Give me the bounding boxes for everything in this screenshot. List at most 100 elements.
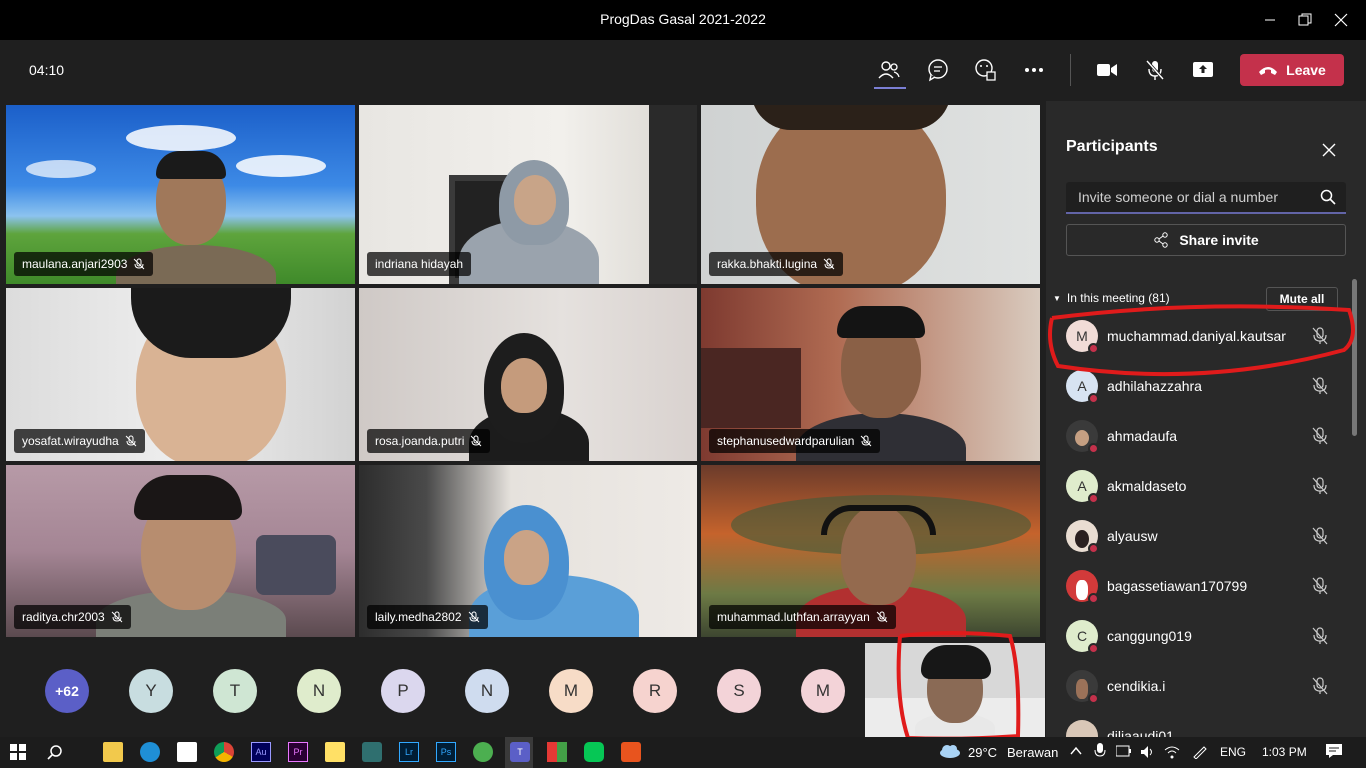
invite-field[interactable] [1066, 182, 1346, 214]
chevron-up-icon[interactable] [1070, 745, 1082, 759]
camera-icon[interactable] [1094, 57, 1120, 83]
edge-icon[interactable] [140, 742, 160, 762]
mic-muted-icon[interactable] [1312, 627, 1328, 645]
participant-row[interactable]: A adhilahazzahra [1046, 363, 1366, 413]
participant-row[interactable]: ahmadaufa [1046, 413, 1366, 463]
reactions-icon[interactable] [973, 57, 999, 83]
notes-icon[interactable] [325, 742, 345, 762]
search-icon[interactable] [1320, 189, 1336, 205]
winrar-icon[interactable] [547, 742, 567, 762]
mic-muted-icon [125, 435, 137, 447]
microphone-icon[interactable] [1094, 743, 1106, 762]
background-lander [256, 535, 336, 595]
windows-start-icon[interactable] [8, 742, 28, 762]
chrome-icon[interactable] [214, 742, 234, 762]
lightroom-icon[interactable]: Lr [399, 742, 419, 762]
participant-row[interactable]: cendikia.i [1046, 663, 1366, 713]
weather-temp[interactable]: 29°C [968, 745, 997, 760]
video-tile[interactable]: muhammad.luthfan.arrayyan [701, 465, 1040, 637]
mic-muted-icon[interactable] [1312, 577, 1328, 595]
participant-row[interactable]: C canggung019 [1046, 613, 1366, 663]
minimize-icon[interactable] [1258, 8, 1282, 32]
video-grid: maulana.anjari2903 indriana hidayah rakk… [0, 101, 1046, 641]
video-tile[interactable]: stephanusedwardparulian [701, 288, 1040, 461]
video-tile[interactable]: yosafat.wirayudha [6, 288, 355, 461]
file-explorer-icon[interactable] [103, 742, 123, 762]
participant-avatar[interactable]: M [801, 669, 845, 713]
video-tile[interactable]: rakka.bhakti.lugina [701, 105, 1040, 284]
premiere-icon[interactable]: Pr [288, 742, 308, 762]
more-participants-button[interactable]: +62 [45, 669, 89, 713]
notifications-icon[interactable] [1325, 743, 1343, 762]
audition-icon[interactable]: Au [251, 742, 271, 762]
utorrent-icon[interactable] [473, 742, 493, 762]
meeting-section-header[interactable]: ▼ In this meeting (81) [1053, 291, 1170, 305]
app-icon[interactable] [621, 742, 641, 762]
mic-muted-icon[interactable] [1312, 377, 1328, 395]
participants-icon[interactable] [876, 57, 902, 83]
mic-muted-icon[interactable] [1312, 527, 1328, 545]
more-options-icon[interactable] [1021, 57, 1047, 83]
mic-muted-icon[interactable] [1312, 327, 1328, 345]
participant-row[interactable]: alyausw [1046, 513, 1366, 563]
photoshop-icon[interactable]: Ps [436, 742, 456, 762]
pen-icon[interactable] [1192, 745, 1208, 762]
teams-icon[interactable]: T [510, 742, 530, 762]
battery-icon[interactable] [1115, 745, 1132, 760]
windows-taskbar: Au Pr Lr Ps T 29°C Berawan ENG 1:03 PM [0, 737, 1366, 768]
restore-icon[interactable] [1293, 8, 1317, 32]
invite-input[interactable] [1066, 182, 1316, 212]
weather-text[interactable]: Berawan [1007, 745, 1058, 760]
line-icon[interactable] [584, 742, 604, 762]
video-tile[interactable]: rosa.joanda.putri [359, 288, 697, 461]
participant-row[interactable]: diliaaudi01 [1046, 713, 1366, 737]
participant-row[interactable]: bagassetiawan170799 [1046, 563, 1366, 613]
share-screen-icon[interactable] [1190, 57, 1216, 83]
mic-muted-icon [134, 258, 145, 270]
participant-name: raditya.chr2003 [22, 610, 105, 624]
video-tile[interactable]: raditya.chr2003 [6, 465, 355, 637]
self-view-video[interactable] [865, 643, 1045, 737]
participant-avatar[interactable]: T [213, 669, 257, 713]
participant-name-tag: stephanusedwardparulian [709, 429, 881, 453]
mic-muted-icon[interactable] [1312, 477, 1328, 495]
status-dot [1088, 393, 1099, 404]
cloud-shape [26, 160, 96, 178]
search-icon[interactable] [45, 742, 65, 762]
close-panel-icon[interactable] [1320, 141, 1338, 159]
participant-avatar[interactable]: M [549, 669, 593, 713]
mic-muted-icon [861, 435, 872, 447]
store-icon[interactable] [177, 742, 197, 762]
mic-muted-icon[interactable] [1142, 57, 1168, 83]
leave-label: Leave [1286, 62, 1326, 78]
mic-muted-icon[interactable] [1312, 677, 1328, 695]
participant-row[interactable]: A akmaldaseto [1046, 463, 1366, 513]
close-window-icon[interactable] [1329, 8, 1353, 32]
participant-avatar[interactable]: R [633, 669, 677, 713]
language-indicator[interactable]: ENG [1220, 745, 1246, 759]
person-hair [837, 306, 925, 338]
share-invite-button[interactable]: Share invite [1066, 224, 1346, 256]
participant-avatar[interactable]: P [381, 669, 425, 713]
participant-avatar[interactable]: S [717, 669, 761, 713]
participant-row[interactable]: M muchammad.daniyal.kautsar [1046, 313, 1366, 363]
mic-muted-icon[interactable] [1312, 427, 1328, 445]
video-tile[interactable]: indriana hidayah [359, 105, 697, 284]
participant-avatar[interactable]: N [465, 669, 509, 713]
clock-time[interactable]: 1:03 PM [1262, 745, 1307, 759]
video-tile[interactable]: laily.medha2802 [359, 465, 697, 637]
chevron-down-icon: ▼ [1053, 293, 1061, 303]
participant-avatar[interactable]: N [297, 669, 341, 713]
volume-icon[interactable] [1140, 745, 1156, 762]
share-icon [1154, 232, 1169, 248]
chat-icon[interactable] [925, 57, 951, 83]
wifi-icon[interactable] [1164, 745, 1180, 762]
participant-name-tag: rosa.joanda.putri [367, 429, 491, 453]
panel-scrollbar[interactable] [1352, 279, 1357, 436]
app-icon[interactable] [362, 742, 382, 762]
participant-name: maulana.anjari2903 [22, 257, 128, 271]
video-tile[interactable]: maulana.anjari2903 [6, 105, 355, 284]
leave-button[interactable]: Leave [1240, 54, 1344, 86]
mute-all-button[interactable]: Mute all [1266, 287, 1338, 311]
participant-avatar[interactable]: Y [129, 669, 173, 713]
